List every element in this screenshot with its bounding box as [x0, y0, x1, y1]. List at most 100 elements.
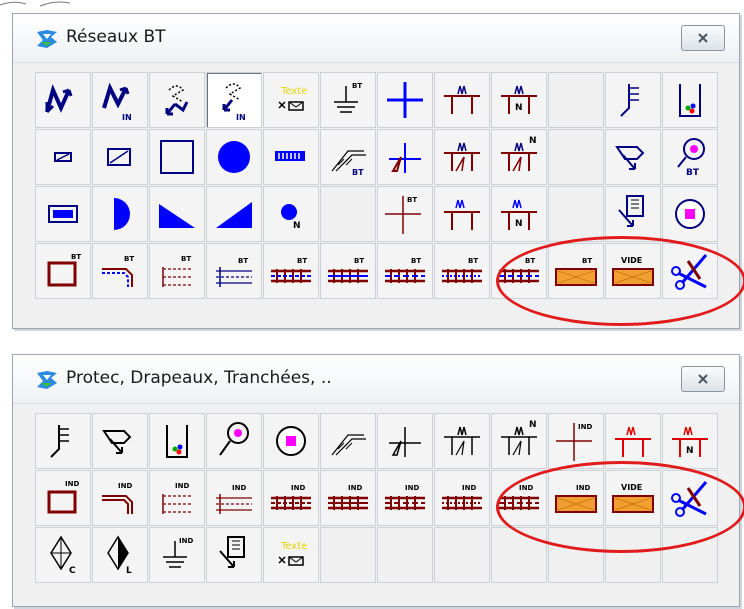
tool-panel-arrow[interactable]: [206, 527, 262, 583]
cross-ind-icon: IND: [556, 423, 592, 461]
tool-rail-bt-1[interactable]: BT: [263, 243, 319, 299]
tool-support-aa-n[interactable]: N: [491, 72, 547, 128]
tool-support-red-n[interactable]: N: [662, 413, 718, 469]
tool-rail-bt-3[interactable]: BT: [377, 243, 433, 299]
ind-label: IND: [519, 484, 533, 492]
tool-scissors[interactable]: [662, 243, 718, 299]
tool-rail-ind-2[interactable]: IND: [320, 470, 376, 526]
tool-cross[interactable]: [377, 72, 433, 128]
empty-slot: [548, 72, 604, 128]
tool-fourreau-ind[interactable]: IND: [548, 470, 604, 526]
tool-rail-ind-1[interactable]: IND: [263, 470, 319, 526]
tool-dot-n[interactable]: N: [263, 186, 319, 242]
tool-flag[interactable]: [605, 72, 661, 128]
orange-duct-icon: BT: [555, 257, 597, 286]
trench-line-icon: IND: [216, 484, 252, 514]
empty-slot: [491, 527, 547, 583]
zigzag-arrow-icon: [45, 84, 73, 114]
bt-label: BT: [525, 257, 535, 265]
tool-earth-bt[interactable]: BT: [320, 72, 376, 128]
tool-trench-ind[interactable]: IND: [206, 470, 262, 526]
tool-panel-arrow[interactable]: [605, 186, 661, 242]
tool-dashed-bt[interactable]: BT: [149, 243, 205, 299]
tool-texte[interactable]: Texte: [263, 527, 319, 583]
tool-support-hatch-n[interactable]: N: [491, 413, 547, 469]
tool-fourreau-vide[interactable]: VIDE: [605, 470, 661, 526]
tool-support-hatch-n[interactable]: N: [491, 129, 547, 185]
tool-support-hatch[interactable]: [434, 129, 490, 185]
tool-support-blue-n[interactable]: N: [491, 186, 547, 242]
pole-support-blue-n-icon: N: [501, 199, 537, 230]
palette-title: Protec, Drapeaux, Tranchées, ..: [66, 368, 332, 388]
tool-cable-zigzag-in[interactable]: IN: [92, 72, 148, 128]
tool-elbow-ind[interactable]: IND: [92, 470, 148, 526]
tool-texte[interactable]: Texte: [263, 72, 319, 128]
tool-support-blue[interactable]: [434, 186, 490, 242]
bt-label: BT: [238, 257, 248, 265]
tool-cabinet[interactable]: [149, 413, 205, 469]
tool-rail-bt-2[interactable]: BT: [320, 243, 376, 299]
tool-diamond-c[interactable]: C: [35, 527, 91, 583]
tool-bubble-arrow[interactable]: [605, 129, 661, 185]
tool-box-diagonal[interactable]: [92, 129, 148, 185]
tool-rail-bt-4[interactable]: BT: [434, 243, 490, 299]
tool-earth-ind[interactable]: IND: [149, 527, 205, 583]
triangle-down-icon: [159, 204, 195, 228]
tool-box-bt[interactable]: BT: [35, 243, 91, 299]
palette-titlebar[interactable]: Protec, Drapeaux, Tranchées, ..: [13, 355, 739, 404]
tool-rail-ind-4[interactable]: IND: [434, 470, 490, 526]
tool-terminal-block[interactable]: [263, 129, 319, 185]
tool-pin[interactable]: [206, 413, 262, 469]
tool-junction[interactable]: [377, 413, 433, 469]
palette-titlebar[interactable]: Réseaux BT: [13, 14, 739, 63]
tool-hatch-bt[interactable]: BT: [320, 129, 376, 185]
tool-hatch[interactable]: [320, 413, 376, 469]
tool-lightning[interactable]: [149, 72, 205, 128]
diamond-c-icon: C: [50, 535, 76, 576]
n-label: N: [529, 420, 537, 430]
palette-protec-drapeaux: Protec, Drapeaux, Tranchées, .. N IND N …: [12, 354, 740, 607]
tool-box-ind[interactable]: IND: [35, 470, 91, 526]
tool-target[interactable]: [662, 186, 718, 242]
scissors-icon: [671, 481, 708, 517]
tool-fourreau-bt[interactable]: BT: [548, 243, 604, 299]
tool-diamond-l[interactable]: L: [92, 527, 148, 583]
tool-scissors[interactable]: [662, 470, 718, 526]
tool-trench-bt[interactable]: BT: [206, 243, 262, 299]
dot-n-icon: N: [281, 204, 301, 231]
tool-small-box[interactable]: [35, 129, 91, 185]
tool-pin-bt[interactable]: BT: [662, 129, 718, 185]
lightning-arrow-in-icon: IN: [222, 83, 246, 122]
tool-rail-ind-3[interactable]: IND: [377, 470, 433, 526]
tool-lightning-in[interactable]: IN: [206, 72, 262, 128]
tool-cross-bt[interactable]: BT: [377, 186, 433, 242]
tool-dashed-ind[interactable]: IND: [149, 470, 205, 526]
tool-bubble-arrow[interactable]: [92, 413, 148, 469]
tool-triangle-right[interactable]: [149, 186, 205, 242]
empty-slot: [320, 186, 376, 242]
bt-label: BT: [354, 257, 364, 265]
orange-duct-vide-icon: VIDE: [612, 483, 654, 513]
tool-support-red[interactable]: [605, 413, 661, 469]
tool-square[interactable]: [149, 129, 205, 185]
tool-support-hatch[interactable]: [434, 413, 490, 469]
close-button[interactable]: [681, 25, 725, 51]
tool-cabinet[interactable]: [662, 72, 718, 128]
close-button[interactable]: [681, 366, 725, 392]
tool-junction[interactable]: [377, 129, 433, 185]
tool-elbow-bt[interactable]: BT: [92, 243, 148, 299]
tool-fuse[interactable]: [35, 186, 91, 242]
tool-flag[interactable]: [35, 413, 91, 469]
tool-fourreau-vide[interactable]: VIDE: [605, 243, 661, 299]
tool-target[interactable]: [263, 413, 319, 469]
tool-triangle-left[interactable]: [206, 186, 262, 242]
tool-half-disc[interactable]: [92, 186, 148, 242]
empty-slot: [548, 527, 604, 583]
box-bt-icon: BT: [47, 253, 81, 287]
tool-rail-bt-5[interactable]: BT: [491, 243, 547, 299]
tool-rail-ind-5[interactable]: IND: [491, 470, 547, 526]
tool-support-aa[interactable]: [434, 72, 490, 128]
tool-cable-zigzag[interactable]: [35, 72, 91, 128]
tool-cross-ind[interactable]: IND: [548, 413, 604, 469]
tool-disc[interactable]: [206, 129, 262, 185]
